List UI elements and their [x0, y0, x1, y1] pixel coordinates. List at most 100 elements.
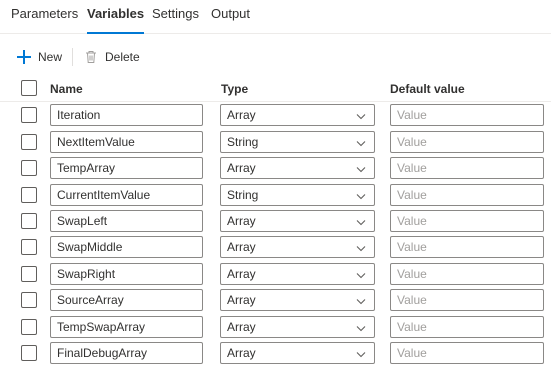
variable-type-value: Array: [227, 214, 256, 228]
tab-variables[interactable]: Variables: [87, 6, 145, 34]
default-value-input[interactable]: Value: [390, 210, 544, 232]
variable-name-input[interactable]: SourceArray: [50, 289, 203, 311]
toolbar: New Delete: [0, 46, 551, 68]
column-header-type: Type: [221, 82, 249, 96]
variable-name-value: FinalDebugArray: [57, 346, 148, 360]
default-value-placeholder: Value: [397, 293, 427, 307]
default-value-placeholder: Value: [397, 320, 427, 334]
chevron-down-icon: [356, 137, 366, 147]
variable-name-value: NextItemValue: [57, 135, 135, 149]
variable-name-value: SwapLeft: [57, 214, 108, 228]
variable-type-select[interactable]: Array: [220, 289, 375, 311]
variable-name-value: TempArray: [57, 161, 116, 175]
tab-settings[interactable]: Settings: [152, 6, 199, 34]
default-value-input[interactable]: Value: [390, 131, 544, 153]
default-value-placeholder: Value: [397, 161, 427, 175]
variable-name-input[interactable]: TempArray: [50, 157, 203, 179]
default-value-placeholder: Value: [397, 240, 427, 254]
variable-type-value: Array: [227, 293, 256, 307]
new-button-label: New: [38, 50, 63, 64]
default-value-input[interactable]: Value: [390, 289, 544, 311]
new-button[interactable]: New: [17, 46, 62, 68]
tab-label: Output: [211, 6, 251, 21]
variable-type-select[interactable]: Array: [220, 104, 375, 126]
chevron-down-icon: [356, 269, 366, 279]
delete-button-label: Delete: [105, 50, 140, 64]
variable-name-value: TempSwapArray: [57, 320, 146, 334]
table-header: Name Type Default value: [0, 76, 551, 102]
table-row: NextItemValue String Value: [0, 131, 551, 157]
tab-parameters[interactable]: Parameters: [11, 6, 78, 34]
variable-type-value: Array: [227, 240, 256, 254]
default-value-input[interactable]: Value: [390, 263, 544, 285]
variable-name-value: SwapMiddle: [57, 240, 123, 254]
default-value-placeholder: Value: [397, 267, 427, 281]
chevron-down-icon: [356, 216, 366, 226]
variable-type-select[interactable]: Array: [220, 210, 375, 232]
default-value-input[interactable]: Value: [390, 104, 544, 126]
variable-name-input[interactable]: SwapMiddle: [50, 236, 203, 258]
chevron-down-icon: [356, 348, 366, 358]
table-row: Iteration Array Value: [0, 104, 551, 130]
trash-icon: [85, 50, 97, 64]
default-value-input[interactable]: Value: [390, 316, 544, 338]
default-value-placeholder: Value: [397, 214, 427, 228]
variable-type-select[interactable]: Array: [220, 157, 375, 179]
variable-name-input[interactable]: FinalDebugArray: [50, 342, 203, 364]
toolbar-divider: [72, 48, 73, 66]
chevron-down-icon: [356, 163, 366, 173]
row-checkbox[interactable]: [21, 187, 37, 203]
variable-name-input[interactable]: SwapLeft: [50, 210, 203, 232]
variable-name-value: SourceArray: [57, 293, 124, 307]
default-value-input[interactable]: Value: [390, 157, 544, 179]
row-checkbox[interactable]: [21, 266, 37, 282]
row-checkbox[interactable]: [21, 319, 37, 335]
chevron-down-icon: [356, 242, 366, 252]
active-tab-indicator: [87, 32, 145, 34]
row-checkbox[interactable]: [21, 239, 37, 255]
delete-button[interactable]: Delete: [85, 46, 140, 68]
variable-name-value: SwapRight: [57, 267, 116, 281]
variable-type-select[interactable]: String: [220, 184, 375, 206]
default-value-placeholder: Value: [397, 108, 427, 122]
select-all-checkbox[interactable]: [21, 80, 37, 96]
variable-type-value: Array: [227, 346, 256, 360]
variable-name-input[interactable]: CurrentItemValue: [50, 184, 203, 206]
chevron-down-icon: [356, 110, 366, 120]
variable-name-input[interactable]: NextItemValue: [50, 131, 203, 153]
variable-name-input[interactable]: TempSwapArray: [50, 316, 203, 338]
row-checkbox[interactable]: [21, 160, 37, 176]
row-checkbox[interactable]: [21, 107, 37, 123]
table-row: TempArray Array Value: [0, 157, 551, 183]
table-row: TempSwapArray Array Value: [0, 316, 551, 342]
default-value-input[interactable]: Value: [390, 184, 544, 206]
variable-name-value: CurrentItemValue: [57, 188, 151, 202]
variable-type-value: String: [227, 135, 259, 149]
row-checkbox[interactable]: [21, 292, 37, 308]
table-row: CurrentItemValue String Value: [0, 184, 551, 210]
variable-type-select[interactable]: Array: [220, 316, 375, 338]
variable-type-value: Array: [227, 161, 256, 175]
row-checkbox[interactable]: [21, 213, 37, 229]
table-row: FinalDebugArray Array Value: [0, 342, 551, 366]
variable-type-select[interactable]: String: [220, 131, 375, 153]
column-header-default-value: Default value: [390, 82, 465, 96]
variable-name-input[interactable]: Iteration: [50, 104, 203, 126]
variable-name-value: Iteration: [57, 108, 101, 122]
variable-type-value: Array: [227, 108, 256, 122]
tab-bar: Parameters Variables Settings Output: [0, 0, 551, 34]
variable-type-select[interactable]: Array: [220, 263, 375, 285]
tab-output[interactable]: Output: [211, 6, 250, 34]
table-row: SwapMiddle Array Value: [0, 236, 551, 262]
chevron-down-icon: [356, 190, 366, 200]
table-row: SwapLeft Array Value: [0, 210, 551, 236]
row-checkbox[interactable]: [21, 345, 37, 361]
default-value-input[interactable]: Value: [390, 342, 544, 364]
default-value-input[interactable]: Value: [390, 236, 544, 258]
variable-type-select[interactable]: Array: [220, 236, 375, 258]
variable-type-select[interactable]: Array: [220, 342, 375, 364]
row-checkbox[interactable]: [21, 134, 37, 150]
variable-name-input[interactable]: SwapRight: [50, 263, 203, 285]
tab-label: Settings: [152, 6, 199, 21]
variable-type-value: Array: [227, 267, 256, 281]
